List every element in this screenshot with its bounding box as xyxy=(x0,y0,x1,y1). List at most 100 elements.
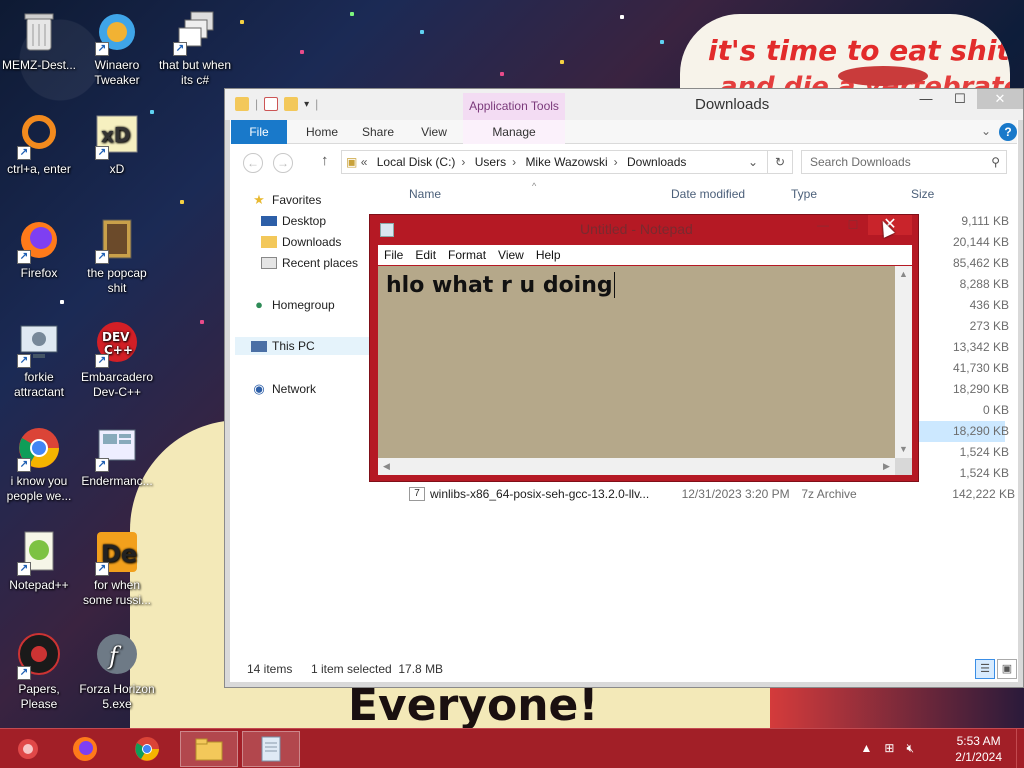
desktop-icon-forza[interactable]: f Forza Horizon 5.exe xyxy=(78,632,156,712)
nav-item-desktop[interactable]: Desktop xyxy=(261,214,326,228)
tab-share[interactable]: Share xyxy=(353,120,403,144)
nav-item-downloads[interactable]: Downloads xyxy=(261,235,341,249)
firefox-icon: ↗ xyxy=(15,216,63,264)
nav-item-favorites[interactable]: ★ Favorites xyxy=(251,193,321,208)
file-size: 142,222 KB xyxy=(952,486,1015,501)
desktop-icon-chrome[interactable]: ↗ i know you people we... xyxy=(0,424,78,504)
taskbar-chrome[interactable] xyxy=(118,731,176,767)
notepad-text-area[interactable]: hlo what r u doing ▲ ▼ ◀ ▶ xyxy=(378,266,912,475)
shortcut-arrow-icon: ↗ xyxy=(95,42,109,56)
desktop-icon-ctrl-a[interactable]: ↗ ctrl+a, enter xyxy=(0,112,78,177)
tab-home[interactable]: Home xyxy=(297,120,347,144)
breadcrumb-users[interactable]: Users xyxy=(475,151,506,173)
search-input[interactable]: Search Downloads ⚲ xyxy=(801,150,1007,174)
tab-manage[interactable]: Manage xyxy=(463,120,565,144)
close-button[interactable]: ✕ xyxy=(977,89,1023,109)
desktop-icon-xd[interactable]: xD ↗ xD xyxy=(78,112,156,177)
desktop-icon-devcpp[interactable]: DEV C++ ↗ Embarcadero Dev-C++ xyxy=(78,320,156,400)
address-bar[interactable]: ▣ « Local Disk (C:) › Users › Mike Wazowsk… xyxy=(341,150,793,174)
nav-item-network[interactable]: ◉ Network xyxy=(251,382,316,397)
notepad-window[interactable]: Untitled - Notepad — ☐ ✕ File Edit Forma… xyxy=(369,214,919,482)
desktop-icon-de[interactable]: De ↗ for when some russi... xyxy=(78,528,156,608)
desktop-icon-papers-please[interactable]: ↗ Papers, Please xyxy=(0,632,78,712)
desktop-icon-firefox[interactable]: ↗ Firefox xyxy=(0,216,78,281)
nav-item-homegroup[interactable]: ● Homegroup xyxy=(251,298,335,313)
details-view-button[interactable]: ☰ xyxy=(975,659,995,679)
wallpaper-art xyxy=(770,688,1024,728)
column-header-name[interactable]: Name xyxy=(409,187,441,201)
refresh-button[interactable]: ↻ xyxy=(767,150,793,174)
notepad-titlebar[interactable]: Untitled - Notepad — ☐ ✕ xyxy=(370,215,918,243)
table-row[interactable]: 7 winlibs-x86_64-posix-seh-gcc-13.2.0-ll… xyxy=(409,483,1015,504)
start-button[interactable] xyxy=(8,731,48,767)
maximize-button[interactable]: ☐ xyxy=(943,89,977,109)
show-hidden-icons-icon[interactable]: ▲ xyxy=(860,741,872,756)
taskbar-firefox[interactable] xyxy=(56,731,114,767)
properties-icon[interactable] xyxy=(264,97,279,111)
tab-view[interactable]: View xyxy=(409,120,459,144)
nav-item-recent-places[interactable]: Recent places xyxy=(261,256,358,270)
nav-item-this-pc[interactable]: This PC xyxy=(235,337,375,355)
desktop-icon-label: ctrl+a, enter xyxy=(7,162,71,176)
taskbar-notepad[interactable] xyxy=(242,731,300,767)
shortcut-arrow-icon: ↗ xyxy=(95,562,109,576)
help-icon[interactable]: ? xyxy=(999,123,1017,141)
horizontal-scrollbar[interactable]: ◀ ▶ xyxy=(378,458,895,475)
menu-file[interactable]: File xyxy=(378,245,409,265)
expand-ribbon-icon[interactable]: ⌄ xyxy=(981,124,991,138)
maximize-button[interactable]: ☐ xyxy=(838,215,868,235)
volume-muted-icon[interactable]: 🔇︎ xyxy=(906,741,914,756)
notepad-app-icon[interactable] xyxy=(380,223,394,237)
desktop-icon-csharp[interactable]: ↗ that but when its c# xyxy=(156,8,234,88)
scroll-left-icon[interactable]: ◀ xyxy=(378,458,395,475)
resize-grip[interactable] xyxy=(895,458,912,475)
file-size: 0 KB xyxy=(982,403,1009,417)
qat-dropdown-icon[interactable]: ▾ xyxy=(304,99,309,110)
system-tray: ▲ ⊞ 🔇︎ xyxy=(860,741,914,756)
minimize-button[interactable]: — xyxy=(909,89,943,109)
taskbar-file-explorer[interactable] xyxy=(180,731,238,767)
large-icons-view-button[interactable]: ▣ xyxy=(997,659,1017,679)
file-size: 436 KB xyxy=(969,298,1009,312)
show-desktop-button[interactable] xyxy=(1016,729,1024,768)
menu-edit[interactable]: Edit xyxy=(409,245,442,265)
folder-icon[interactable] xyxy=(235,97,249,111)
firefox-icon xyxy=(73,737,97,761)
column-header-date-modified[interactable]: Date modified xyxy=(671,187,745,201)
menu-format[interactable]: Format xyxy=(442,245,492,265)
wallpaper-banner-text: Everyone! xyxy=(348,686,599,728)
column-header-size[interactable]: Size xyxy=(911,187,934,201)
back-button[interactable]: ← xyxy=(243,153,263,173)
breadcrumb-local-disk[interactable]: Local Disk (C:) xyxy=(377,151,456,173)
address-dropdown-icon[interactable]: ⌄ xyxy=(748,151,758,173)
breadcrumb-downloads[interactable]: Downloads xyxy=(627,151,686,173)
orange-ring-icon: ↗ xyxy=(15,112,63,160)
menu-help[interactable]: Help xyxy=(530,245,567,265)
desktop-icon-popcap[interactable]: ↗ the popcap shit xyxy=(78,216,156,296)
wallpaper-banner: Everyone! xyxy=(260,686,770,728)
column-header-type[interactable]: Type xyxy=(791,187,817,201)
scroll-down-icon[interactable]: ▼ xyxy=(895,441,912,458)
popcap-icon: ↗ xyxy=(93,216,141,264)
vertical-scrollbar[interactable]: ▲ ▼ xyxy=(895,266,912,458)
desktop-icon-forkie[interactable]: ↗ forkie attractant xyxy=(0,320,78,400)
tab-file[interactable]: File xyxy=(231,120,287,144)
taskbar-clock[interactable]: 5:53 AM 2/1/2024 xyxy=(955,733,1002,765)
file-size: 1,524 KB xyxy=(959,466,1009,480)
scroll-up-icon[interactable]: ▲ xyxy=(895,266,912,283)
network-icon[interactable]: ⊞ xyxy=(884,741,894,756)
desktop-icon-notepadpp[interactable]: ↗ Notepad++ xyxy=(0,528,78,593)
forward-button[interactable]: → xyxy=(273,153,293,173)
up-button[interactable]: ↑ xyxy=(321,152,329,169)
desktop-icon-winaero[interactable]: ↗ Winaero Tweaker xyxy=(78,8,156,88)
new-folder-icon[interactable] xyxy=(284,97,299,111)
explorer-titlebar[interactable]: | ▾ | Application Tools Downloads — ☐ ✕ xyxy=(225,89,1023,120)
scroll-right-icon[interactable]: ▶ xyxy=(878,458,895,475)
desktop-icon-label: Winaero Tweaker xyxy=(94,58,140,87)
address-overflow[interactable]: « xyxy=(361,155,368,169)
desktop-icon-memz[interactable]: MEMZ-Dest... xyxy=(0,8,78,73)
breadcrumb-mike-wazowski[interactable]: Mike Wazowski xyxy=(525,151,607,173)
menu-view[interactable]: View xyxy=(492,245,530,265)
minimize-button[interactable]: — xyxy=(808,215,838,235)
desktop-icon-endermanch[interactable]: ↗ Endermanc... xyxy=(78,424,156,489)
